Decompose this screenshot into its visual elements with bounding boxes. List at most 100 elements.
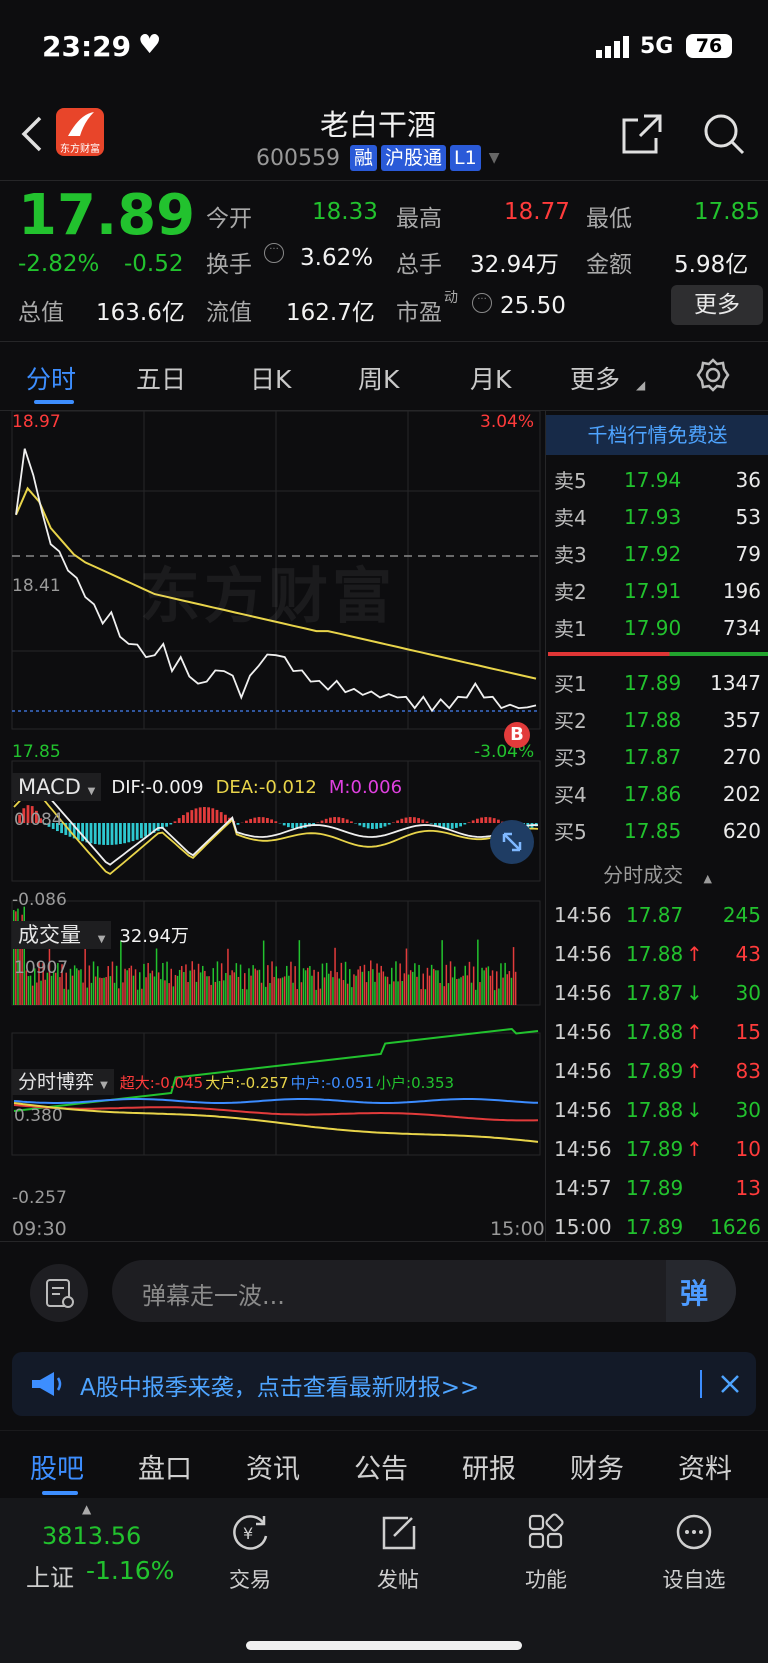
- volume-bar: [361, 971, 364, 1005]
- nav-functions[interactable]: 功能: [506, 1508, 586, 1598]
- chart-tabs: 分时 五日 日K 周K 月K 更多 ◢: [0, 342, 768, 410]
- trade-time: 14:56: [554, 1019, 612, 1044]
- volume-bar: [69, 968, 72, 1005]
- volume-bar: [454, 966, 456, 1005]
- volume-bar: [464, 965, 466, 1005]
- ask-qty: 734: [722, 615, 761, 640]
- share-icon[interactable]: [620, 112, 664, 160]
- index-widget[interactable]: ▲ 3813.56 上证 -1.16%: [0, 1498, 180, 1608]
- macd-bar: [93, 823, 97, 845]
- ask-row[interactable]: 卖5 17.94 36: [546, 461, 768, 498]
- volume-bar: [181, 966, 183, 1005]
- volume-bar: [63, 988, 65, 1005]
- volume-bar: [212, 968, 214, 1005]
- search-icon[interactable]: [702, 112, 746, 160]
- volume-bar: [86, 987, 88, 1005]
- tab-orderbook[interactable]: 盘口: [138, 1447, 192, 1486]
- ask-row[interactable]: 卖3 17.92 79: [546, 535, 768, 572]
- more-dots-icon[interactable]: ···: [264, 243, 284, 263]
- volume-bar: [468, 961, 471, 1005]
- bid-row[interactable]: 买2 17.88 357: [546, 701, 768, 738]
- buy-marker[interactable]: B: [504, 722, 530, 748]
- ask-row[interactable]: 卖1 17.90 734: [546, 609, 768, 646]
- trades-title-row[interactable]: 分时成交 ▲: [546, 855, 768, 895]
- volume-bar: [122, 982, 124, 1005]
- last-price: 17.89: [18, 183, 196, 248]
- volume-bar: [216, 961, 219, 1005]
- volume-bar: [506, 974, 508, 1005]
- tab-5day[interactable]: 五日: [136, 360, 186, 396]
- comment-input[interactable]: 弹幕走一波... 弹: [112, 1260, 736, 1322]
- caret-up-icon: ▲: [703, 872, 712, 885]
- nav-post[interactable]: 发帖: [358, 1508, 438, 1598]
- back-icon[interactable]: [20, 114, 44, 158]
- volume-bar: [59, 977, 61, 1005]
- tab-news[interactable]: 资讯: [246, 1447, 300, 1486]
- free-depth-banner[interactable]: 千档行情免费送: [546, 415, 768, 455]
- volume-bar: [187, 982, 189, 1005]
- trade-row: 14:56 17.88 ↑ 15: [546, 1012, 768, 1051]
- volume-bar: [422, 973, 424, 1005]
- stock-code-row[interactable]: 600559 融 沪股通 L1 ▼: [256, 144, 499, 172]
- gear-icon[interactable]: [696, 358, 730, 396]
- bid-row[interactable]: 买4 17.86 202: [546, 775, 768, 812]
- nav-watchlist[interactable]: 设自选: [654, 1508, 734, 1598]
- tab-profile[interactable]: 资料: [678, 1447, 732, 1486]
- macd-bar: [425, 821, 429, 823]
- volume-bar: [126, 970, 128, 1005]
- game-header: 分时博弈 ▼ 超大:-0.045 大户:-0.257 中户:-0.051 小户:…: [12, 1068, 454, 1096]
- nav-trade[interactable]: ¥ 交易: [210, 1508, 290, 1598]
- notice-bar[interactable]: A股中报季来袭，点击查看最新财报>>: [12, 1352, 756, 1416]
- tab-daily[interactable]: 日K: [250, 360, 291, 396]
- macd-bar: [186, 812, 189, 823]
- send-danmu-button[interactable]: 弹: [666, 1260, 736, 1322]
- volume-bar: [90, 982, 93, 1005]
- macd-bar: [400, 818, 404, 823]
- volume-bar: [334, 947, 336, 1005]
- tab-forum[interactable]: 股吧: [30, 1447, 84, 1486]
- macd-bar: [169, 823, 173, 825]
- bid-row[interactable]: 买3 17.87 270: [546, 738, 768, 775]
- macd-bar: [476, 818, 479, 823]
- chart-bottom-price: 17.85: [12, 742, 61, 762]
- trade-time: 14:56: [554, 980, 612, 1005]
- tab-weekly[interactable]: 周K: [358, 360, 399, 396]
- bid-row[interactable]: 买1 17.89 1347: [546, 664, 768, 701]
- intraday-chart[interactable]: [0, 411, 545, 1241]
- pe-info-icon[interactable]: ···: [472, 293, 492, 313]
- volume-bar: [443, 986, 445, 1005]
- bid-label: 买3: [554, 746, 587, 770]
- ask-row[interactable]: 卖4 17.93 53: [546, 498, 768, 535]
- volume-selector[interactable]: 成交量 ▼: [12, 921, 112, 949]
- tab-financials[interactable]: 财务: [570, 1447, 624, 1486]
- volume-bar: [256, 970, 259, 1005]
- volume-bar: [214, 981, 217, 1005]
- macd-selector[interactable]: MACD ▼: [12, 773, 102, 801]
- macd-bar: [144, 823, 147, 837]
- index-value: 3813.56: [42, 1522, 142, 1550]
- volume-bar: [151, 970, 154, 1005]
- game-selector[interactable]: 分时博弈 ▼: [12, 1069, 114, 1095]
- macd-bar: [274, 821, 278, 823]
- bid-qty: 620: [722, 818, 761, 843]
- trade-row: 14:57 17.89 13: [546, 1168, 768, 1207]
- volume-bar: [149, 973, 151, 1005]
- more-button[interactable]: 更多: [671, 285, 763, 325]
- tab-announcements[interactable]: 公告: [354, 1447, 408, 1486]
- chart-top-price: 18.97: [12, 412, 61, 432]
- message-icon[interactable]: [30, 1264, 88, 1322]
- tab-more[interactable]: 更多: [570, 360, 620, 396]
- expand-icon[interactable]: [490, 820, 534, 864]
- macd-bar: [421, 819, 425, 823]
- close-icon[interactable]: [716, 1370, 744, 1402]
- bid-row[interactable]: 买5 17.85 620: [546, 812, 768, 849]
- game-top: 0.380: [14, 1106, 63, 1126]
- ask-row[interactable]: 卖2 17.91 196: [546, 572, 768, 609]
- volume-bar: [174, 974, 177, 1005]
- tab-intraday[interactable]: 分时: [26, 360, 76, 396]
- macd-bar: [375, 823, 378, 829]
- tab-monthly[interactable]: 月K: [470, 360, 511, 396]
- volume-bar: [378, 972, 380, 1005]
- tag-margin: 融: [349, 145, 377, 171]
- tab-research[interactable]: 研报: [462, 1447, 516, 1486]
